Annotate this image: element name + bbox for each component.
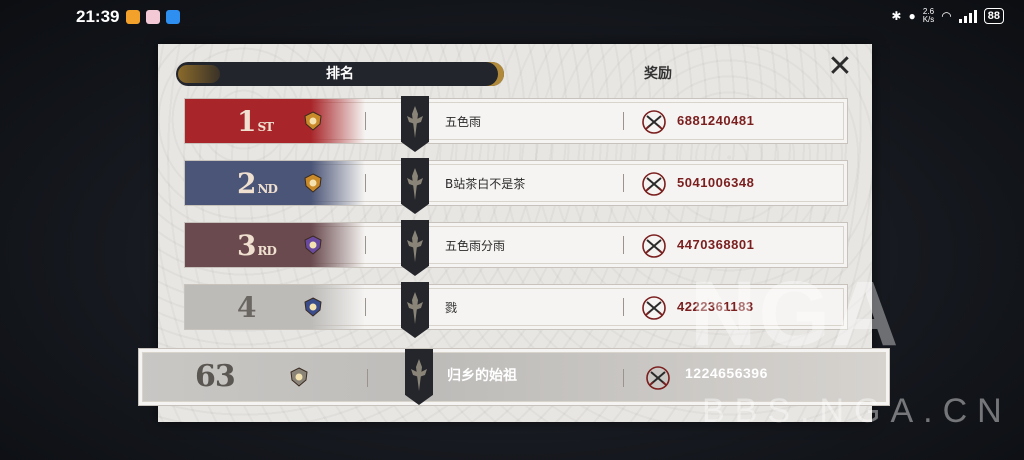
guild-banner-icon [401,220,429,276]
divider [623,174,624,192]
tab-ranking-label: 排名 [326,66,354,82]
rank-value: 2 [237,167,257,200]
watermark-logo: NGA [690,263,901,365]
speed-unit: K/s [922,15,935,24]
leaderboard-row[interactable]: 1 ST 五色雨 6881240481 [184,96,848,152]
rank-background [185,285,365,329]
divider [365,236,366,254]
rank-value: 4 [237,291,257,324]
tab-ranking[interactable]: 排名 [176,62,504,86]
player-name: 五色雨分雨 [445,239,506,253]
guild-banner-icon [401,282,429,338]
rank-value: 1 [237,105,257,138]
player-name: 归乡的始祖 [447,368,517,384]
divider [365,298,366,316]
signal-icon [958,9,977,23]
score-value: 6881240481 [677,113,755,128]
crossed-swords-icon [641,171,667,197]
rank-value: 3 [237,229,257,262]
crossed-swords-icon [641,295,667,321]
player-name: 戮 [445,301,458,315]
location-icon: ● [908,9,916,23]
rank-badge-icon [303,235,323,255]
leaderboard-row[interactable]: 2 ND B站茶白不是茶 5041006348 [184,158,848,214]
crossed-swords-icon [641,109,667,135]
rank-background [185,99,365,143]
rank-badge-icon [289,367,309,387]
player-name: B站茶白不是茶 [445,177,526,191]
tab-rewards[interactable]: 奖励 [598,62,718,86]
rank-number: 1 ST [237,105,274,138]
divider [365,112,366,130]
battery-icon: 88 [983,8,1004,24]
app-notification-icon [126,10,140,24]
status-bar: 21:39 ✱ ● 2.6 K/s ◠ 88 [0,0,1024,34]
bluetooth-icon: ✱ [891,9,902,23]
divider [623,298,624,316]
divider [365,174,366,192]
app-notification-icon [146,10,160,24]
rank-number: 3 RD [237,229,277,262]
close-icon[interactable]: ✕ [826,52,854,82]
player-name: 五色雨 [445,115,482,129]
score-value: 1224656396 [685,365,768,381]
rank-badge-icon [303,111,323,131]
divider [623,112,624,130]
tab-rewards-label: 奖励 [644,66,672,82]
guild-banner-icon [401,158,429,214]
rank-number: 2 ND [237,167,278,200]
guild-banner-icon [401,96,429,152]
wifi-icon: ◠ [941,9,952,23]
crossed-swords-icon [641,233,667,259]
rank-suffix: RD [257,244,276,258]
tab-bar: 排名 奖励 ✕ [158,44,872,92]
battery-level: 88 [987,10,1000,22]
score-value: 5041006348 [677,175,755,190]
app-notification-icon [166,10,180,24]
watermark-url: BBS.NGA.CN [702,392,1012,430]
status-time: 21:39 [76,7,120,26]
divider [367,369,368,387]
rank-suffix: ST [257,120,274,134]
crossed-swords-icon [645,365,671,391]
rank-badge-icon [303,297,323,317]
score-value: 4470368801 [677,237,755,252]
divider [623,236,624,254]
guild-banner-icon [405,349,433,405]
network-speed: 2.6 K/s [923,8,935,24]
rank-suffix: ND [257,182,277,196]
rank-number: 63 [195,359,236,394]
divider [623,369,624,387]
rank-badge-icon [303,173,323,193]
rank-number: 4 [237,291,257,324]
